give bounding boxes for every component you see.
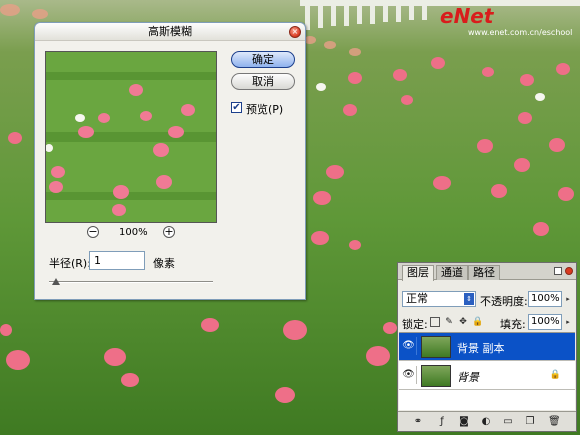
radius-unit: 像素 (153, 257, 175, 270)
layer-thumbnail (421, 365, 451, 387)
fill-dropdown-icon[interactable]: ▸ (564, 315, 572, 329)
preview-checkbox[interactable]: ✔ (231, 102, 242, 113)
radius-label: 半径(R): (49, 257, 91, 270)
lock-transparency-icon[interactable] (430, 317, 440, 327)
adjustment-icon[interactable]: ◐ (480, 416, 492, 428)
lock-move-icon[interactable]: ✥ (458, 317, 468, 327)
slider-track (49, 281, 213, 283)
tab-layers[interactable]: 图层 (402, 265, 434, 281)
lock-all-icon[interactable]: 🔒 (472, 317, 483, 327)
blend-mode-value: 正常 (406, 292, 428, 305)
lock-brush-icon[interactable]: ✎ (444, 317, 454, 327)
gaussian-blur-dialog: 高斯模糊 × − 100% + 半径(R): 1 像素 确定 取消 ✔ 预览(P… (34, 22, 306, 300)
eye-icon[interactable]: 👁 (401, 366, 417, 384)
group-icon[interactable]: ▭ (502, 416, 514, 428)
zoom-level: 100% (119, 227, 148, 238)
dialog-titlebar[interactable]: 高斯模糊 × (35, 23, 305, 41)
layers-toolbar: ⚭ ƒ ◙ ◐ ▭ ❐ 🗑 (398, 411, 576, 431)
watermark-brand: eNet (440, 4, 494, 28)
new-layer-icon[interactable]: ❐ (524, 416, 536, 428)
layer-thumbnail (421, 336, 451, 358)
opacity-dropdown-icon[interactable]: ▸ (564, 292, 572, 306)
layer-list: 👁 背景 副本 👁 背景 🔒 (399, 332, 575, 410)
tab-paths[interactable]: 路径 (468, 265, 500, 280)
radius-slider[interactable] (49, 278, 213, 285)
tab-channels[interactable]: 通道 (436, 265, 468, 280)
lock-label: 锁定: (402, 318, 428, 331)
ok-button[interactable]: 确定 (231, 51, 295, 68)
dialog-title: 高斯模糊 (148, 25, 192, 38)
zoom-out-button[interactable]: − (87, 226, 99, 238)
blend-mode-select[interactable]: 正常 ⇕ (402, 291, 476, 307)
close-icon[interactable] (565, 267, 573, 275)
zoom-in-button[interactable]: + (163, 226, 175, 238)
mask-icon[interactable]: ◙ (458, 416, 470, 428)
layer-row-background[interactable]: 👁 背景 🔒 (399, 362, 575, 390)
blur-preview[interactable] (45, 51, 217, 223)
panel-tabs: 图层 通道 路径 (398, 263, 576, 281)
layer-name: 背景 副本 (457, 342, 505, 355)
layer-name: 背景 (457, 371, 479, 384)
layer-style-icon[interactable]: ƒ (436, 416, 448, 428)
slider-thumb[interactable] (52, 278, 60, 285)
opacity-input[interactable]: 100% (528, 291, 562, 307)
minimize-icon[interactable] (554, 267, 562, 275)
lock-icon: 🔒 (549, 370, 561, 380)
layer-row-background-copy[interactable]: 👁 背景 副本 (399, 333, 575, 361)
cancel-button[interactable]: 取消 (231, 73, 295, 90)
blend-row: 正常 ⇕ 不透明度: 100% ▸ (402, 291, 574, 308)
opacity-label: 不透明度: (480, 295, 528, 308)
fill-label: 填充: (500, 318, 526, 331)
lock-row: 锁定: ✎ ✥ 🔒 填充: 100% ▸ (402, 314, 574, 331)
radius-row: 半径(R): 1 像素 (49, 251, 289, 271)
link-icon[interactable]: ⚭ (412, 416, 424, 428)
preview-label: 预览(P) (246, 103, 284, 116)
dropdown-arrow-icon: ⇕ (464, 293, 474, 305)
close-icon[interactable]: × (289, 26, 301, 38)
fill-input[interactable]: 100% (528, 314, 562, 330)
preview-image (46, 52, 216, 222)
trash-icon[interactable]: 🗑 (548, 416, 561, 428)
watermark-url: www.enet.com.cn/eschool (468, 28, 573, 37)
layers-panel: 图层 通道 路径 正常 ⇕ 不透明度: 100% ▸ 锁定: ✎ ✥ 🔒 填充:… (397, 262, 577, 432)
eye-icon[interactable]: 👁 (401, 337, 417, 355)
radius-input[interactable]: 1 (89, 251, 145, 270)
zoom-controls: − 100% + (83, 225, 183, 241)
enet-watermark: eNet www.enet.com.cn/eschool (440, 4, 572, 37)
